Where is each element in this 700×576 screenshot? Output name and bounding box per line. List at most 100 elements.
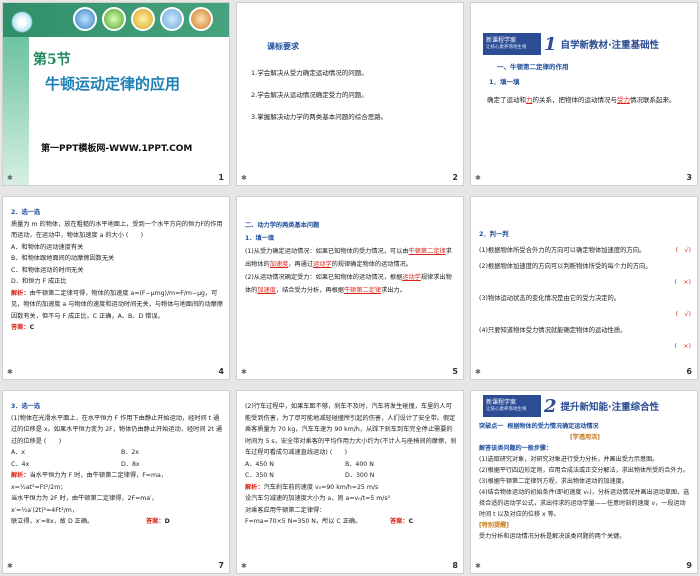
paragraph-text: (2)从运动情况确定受力：如果已知物体的运动情况，根据: [245, 274, 403, 281]
options-row-1: A．450 N B．400 N: [245, 459, 457, 471]
slide-star-icon: ✱: [475, 368, 481, 376]
analysis-formula: x′=½a′(2t)²=4Ft²/m，: [11, 506, 79, 514]
answer-label: 答案：: [11, 324, 30, 331]
analysis-text: 由牛顿第二定律可得，物体的加速度 a=(F−μmg)/m=F/m−μg，可见，物…: [11, 289, 223, 320]
sub-heading: 解答该类问题的一般步骤：: [479, 445, 553, 452]
slide-thumbnail-1[interactable]: 第5节 牛顿运动定律的应用 第一PPT模板网-WWW.1PPT.COM ✱ 1: [2, 2, 230, 186]
answer-paren: ( ): [125, 232, 144, 239]
answer-blank: 加速度: [257, 287, 276, 294]
analysis-text: 当水平恒力为 F 时，由牛顿第二定律得，F=ma，: [29, 472, 167, 479]
slide-thumbnail-9[interactable]: 新课程学案 让核心素养落地生根 2 提升新知能·注重综合性 突破点一 根据物体的…: [470, 390, 698, 574]
answer-blank: 加速度: [269, 261, 289, 268]
slide-star-icon: ✱: [241, 562, 247, 570]
tag-label: [特别提醒]: [479, 522, 509, 529]
requirement-item: 2.学会解决从运动情况确定受力的问题。: [251, 91, 368, 99]
options-row-2: C．4x D．8x: [11, 459, 223, 471]
slide-number: 2: [452, 173, 458, 182]
judge-block: 2．判一判 (1)根据物体所受合外力的方向可以确定物体加速度的方向。 ( √) (…: [479, 227, 691, 355]
analysis-label: 解析：: [11, 289, 30, 297]
banner-title: 提升新知能·注重综合性: [560, 402, 660, 413]
question-stem: (2)行车过程中，如果车距不够，刹车不及时，汽车将发生碰撞，车里的人可能受到伤害…: [245, 403, 457, 456]
analysis: 解析：当水平恒力为 F 时，由牛顿第二定律得，F=ma，: [11, 470, 223, 482]
slide-thumbnail-7[interactable]: 3．选一选 (1)物体在光滑水平面上，在水平恒力 F 作用下由静止开始运动，经时…: [2, 390, 230, 574]
note-text: 受力分析和运动情况分析是解决该类问题的两个关键。: [479, 533, 626, 540]
step-item: (4)结合物体运动的初始条件(即初速度 v₀)，分析运动情况并画出运动草图，选择…: [479, 489, 690, 518]
analysis-text: F=ma=70×5 N=350 N，所以 C 正确。: [245, 518, 362, 525]
judge-item: (3)物体运动状态的变化情况是由它的受力决定的。: [479, 291, 691, 307]
paragraph: 确定了运动和力的关系，把物体的运动情况与受力情况联系起来。: [487, 93, 687, 107]
slide-thumbnail-6[interactable]: 2．判一判 (1)根据物体所受合外力的方向可以确定物体加速度的方向。 ( √) (…: [470, 196, 698, 380]
answer-label: 答案：: [146, 518, 165, 525]
slide-star-icon: ✱: [7, 368, 13, 376]
banner-badge-subtitle: 让核心素养落地生根: [486, 407, 527, 412]
analysis-text: 汽车刹车前的速度 v₀=90 km/h=25 m/s: [263, 483, 379, 491]
question-block: (2)行车过程中，如果车距不够，刹车不及时，汽车将发生碰撞，车里的人可能受到伤害…: [245, 401, 457, 528]
answer-paren: ( ): [329, 449, 348, 456]
fill-label: 1．填一填: [245, 235, 275, 242]
step-item: (2)根据平行四边形定则，应用合成法或正交分解法，求出物体所受的合外力。: [479, 467, 689, 474]
option-a: A．x: [11, 449, 26, 456]
chapter-banner: 新课程学案 让核心素养落地生根 2 提升新知能·注重综合性: [483, 395, 659, 417]
analysis-label: 解析：: [11, 472, 30, 479]
question-block: 3．选一选 (1)物体在光滑水平面上，在水平恒力 F 作用下由静止开始运动，经时…: [11, 401, 223, 528]
banner-number: 2: [544, 395, 557, 417]
banner-badge-subtitle: 让核心素养落地生根: [486, 45, 527, 50]
dandelion-icon: [11, 11, 33, 33]
judge-item: (1)根据物体所受合外力的方向可以确定物体加速度的方向。 ( √): [479, 243, 691, 259]
slide-thumbnail-3[interactable]: 新课程学案 让核心素养落地生根 1 自学新教材·注重基础性 一、牛顿第二定律的作…: [470, 2, 698, 186]
requirement-item: 1.学会解决从受力确定运动情况的问题。: [251, 69, 368, 77]
point-label: 突破点一: [479, 423, 504, 430]
banner-number: 1: [544, 33, 557, 55]
judge-item: (4)只要知道物体受力情况就能确定物体的运动性质。: [479, 323, 691, 339]
judge-answer: ( √): [675, 311, 691, 318]
judge-item-answer-row: ( ×): [479, 275, 692, 291]
photo-circle-icon: [102, 7, 126, 31]
paragraph-1: (1)从受力确定运动情况：如果已知物体的受力情况，可以由牛顿第二定律求出物体的加…: [245, 245, 457, 271]
sub-heading: 一、牛顿第二定律的作用: [497, 63, 569, 71]
photo-circle-icon: [160, 7, 184, 31]
option-a: A．和物体的运动速度有关: [11, 243, 84, 251]
paragraph-text: ，再通过: [288, 261, 314, 268]
question-block: 2．选一选 质量为 m 的物体，放在粗糙的水平地面上，受到一个水平方向的恒力F的…: [11, 207, 223, 334]
analysis: 解析：由牛顿第二定律可得，物体的加速度 a=(F−μmg)/m=F/m−μg，可…: [11, 288, 223, 323]
options-row-2: C．350 N D．300 N: [245, 470, 457, 482]
slide-number: 5: [452, 367, 458, 376]
slide-title: 牛顿运动定律的应用: [45, 75, 181, 93]
photo-circle-icon: [73, 7, 97, 31]
answer-value: D: [164, 518, 170, 525]
analysis-label: 解析：: [245, 483, 264, 491]
banner-badge-title: 新课程学案: [486, 399, 517, 406]
banner-badge: 新课程学案 让核心素养落地生根: [483, 395, 541, 417]
banner-title: 自学新教材·注重基础性: [560, 40, 660, 51]
slide-number: 1: [218, 173, 224, 182]
judge-item: (2)根据物体加速度的方向可以判断物体所受的每个力的方向。: [479, 259, 691, 275]
slide-thumbnail-8[interactable]: (2)行车过程中，如果车距不够，刹车不及时，汽车将发生碰撞，车里的人可能受到伤害…: [236, 390, 464, 574]
paragraph-text: 的关系，把物体的运动情况与: [532, 96, 618, 104]
banner-badge: 新课程学案 让核心素养落地生根: [483, 33, 541, 55]
option-b: B．400 N: [345, 460, 374, 468]
point-title: 根据物体的受力情况确定运动情况: [507, 423, 599, 430]
judge-answer: ( ×): [674, 279, 692, 286]
section-label: 第5节: [33, 52, 71, 68]
slide-thumbnail-2[interactable]: 课标要求 1.学会解决从受力确定运动情况的问题。 2.学会解决从运动情况确定受力…: [236, 2, 464, 186]
banner-badge-title: 新课程学案: [486, 37, 517, 44]
slide-heading: 二、动力学的两类基本问题: [245, 222, 320, 229]
slide-star-icon: ✱: [7, 562, 13, 570]
fill-label: 1．填一填: [489, 78, 520, 86]
photo-circle-icon: [131, 7, 155, 31]
option-c: C．和物体运动的时间无关: [11, 266, 84, 274]
judge-text: (1)根据物体所受合外力的方向可以确定物体加速度的方向。: [479, 247, 646, 254]
slide-thumbnail-4[interactable]: 2．选一选 质量为 m 的物体，放在粗糙的水平地面上，受到一个水平方向的恒力F的…: [2, 196, 230, 380]
photo-circle-icon: [189, 7, 213, 31]
slide-thumbnail-5[interactable]: 二、动力学的两类基本问题 1．填一填 (1)从受力确定运动情况：如果已知物体的受…: [236, 196, 464, 380]
slide-number: 3: [686, 173, 692, 182]
question-stem: (1)物体在光滑水平面上，在水平恒力 F 作用下由静止开始运动，经时间 t 通过…: [11, 414, 223, 445]
answer-blank: 牛顿第二定律: [408, 248, 446, 255]
answer: 答案：C: [11, 322, 223, 334]
breakthrough-point: 突破点一 根据物体的受力情况确定运动情况: [479, 421, 691, 432]
judge-text: (3)物体运动状态的变化情况是由它的受力决定的。: [479, 295, 621, 302]
requirement-item: 3.掌握解决动力学的两类基本问题的综合思路。: [251, 113, 388, 121]
slide-heading: 课标要求: [267, 42, 299, 51]
analysis-text: 当水平恒力为 2F 时，由牛顿第二定律得，2F=ma′，: [11, 495, 158, 502]
paragraph-text: ，结合受力分析，再根据: [275, 287, 344, 294]
